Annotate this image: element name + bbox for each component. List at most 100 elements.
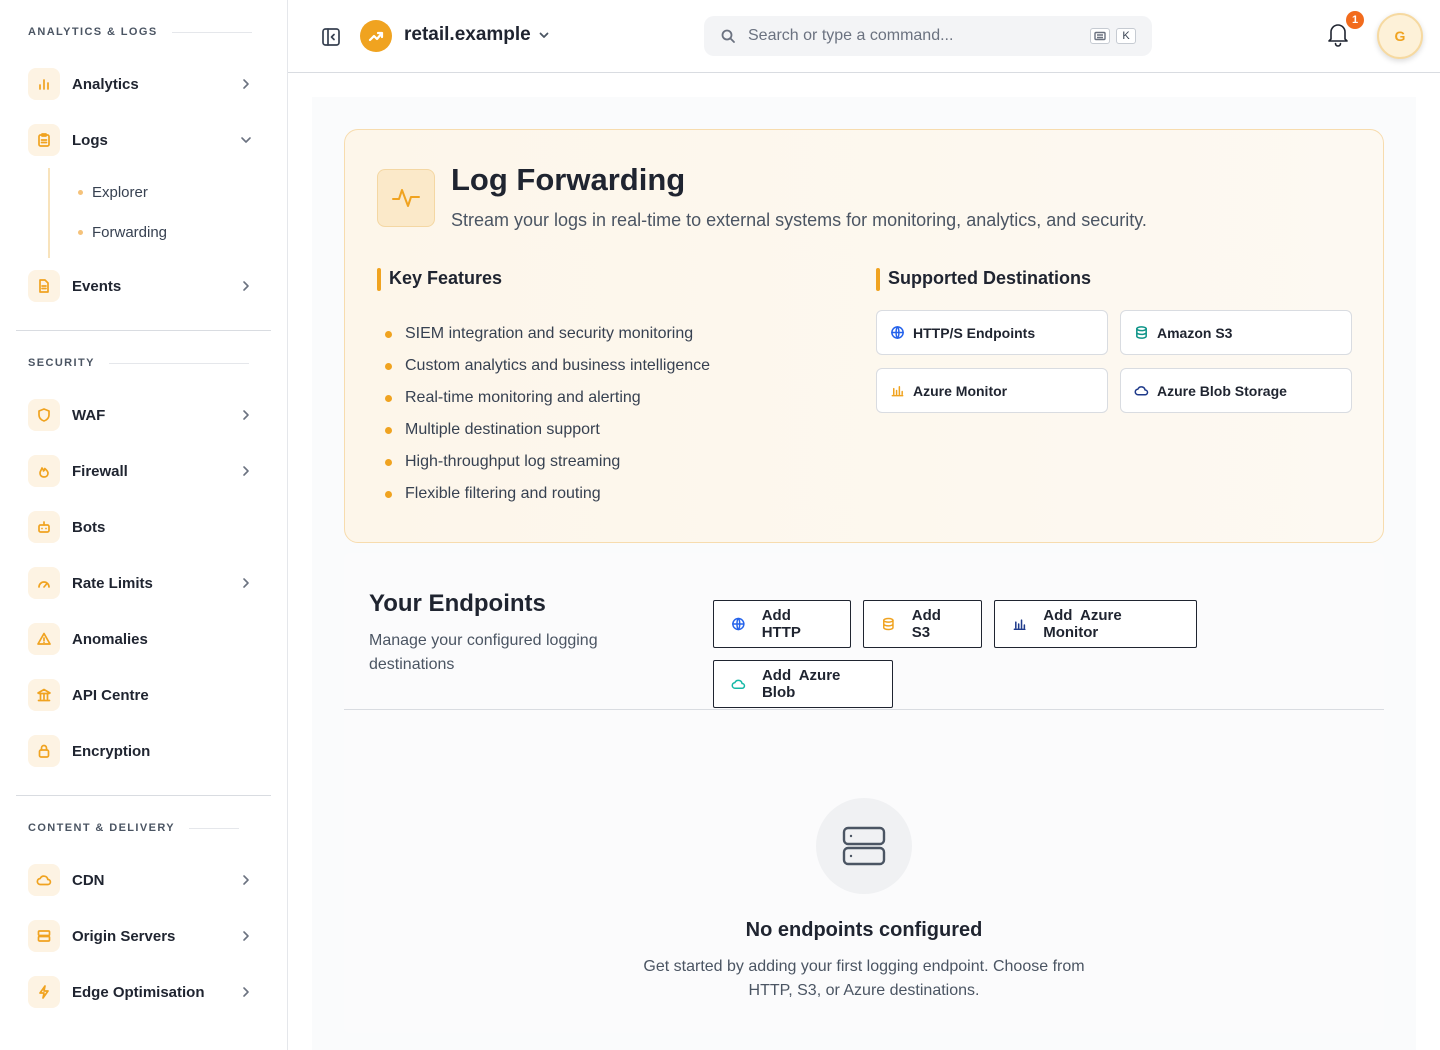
sidebar-item-edge-optimisation[interactable]: Edge Optimisation	[0, 964, 287, 1020]
lightning-icon	[28, 976, 60, 1008]
endpoints-divider	[344, 709, 1384, 710]
sidebar-item-origin-servers[interactable]: Origin Servers	[0, 908, 287, 964]
endpoints-title: Your Endpoints	[369, 590, 546, 617]
sidebar-item-anomalies[interactable]: Anomalies	[0, 611, 287, 667]
search-input[interactable]: Search or type a command...	[748, 27, 1084, 45]
key-features-heading: Key Features	[377, 268, 502, 291]
empty-state-text: Get started by adding your first logging…	[643, 958, 1085, 999]
sidebar-item-waf[interactable]: WAF	[0, 387, 287, 443]
bullet-dot	[385, 458, 392, 466]
search-bar[interactable]: Search or type a command... K	[704, 16, 1152, 56]
bullet-dot	[385, 330, 392, 338]
keyboard-icon	[1090, 28, 1110, 44]
add-s3-button[interactable]: Add S3	[863, 600, 982, 648]
sidebar-item-api-centre[interactable]: API Centre	[0, 667, 287, 723]
sidebar-item-label: Encryption	[72, 742, 151, 760]
sidebar-item-label: API Centre	[72, 686, 149, 704]
chevron-right-icon	[239, 464, 253, 478]
add-azure-blob-button[interactable]: Add Azure Blob	[713, 660, 893, 708]
sidebar-item-cdn[interactable]: CDN	[0, 852, 287, 908]
sidebar-toggle-icon[interactable]	[320, 26, 342, 48]
sidebar: ANALYTICS & LOGS Analytics Logs Explorer…	[0, 0, 288, 1050]
flame-icon	[28, 455, 60, 487]
sidebar-item-logs[interactable]: Logs	[0, 112, 287, 168]
chevron-right-icon	[239, 77, 253, 91]
add-azure-monitor-button[interactable]: Add Azure Monitor	[994, 600, 1197, 648]
sidebar-subitem-label: Forwarding	[92, 223, 168, 241]
cloud-icon	[731, 679, 746, 689]
list-item: Flexible filtering and routing	[385, 478, 710, 510]
globe-icon	[732, 617, 745, 631]
sidebar-item-label: Bots	[72, 518, 106, 536]
sidebar-subitem-forwarding[interactable]: Forwarding	[50, 212, 287, 252]
site-logo-icon	[360, 20, 392, 52]
sidebar-item-label: Firewall	[72, 462, 128, 480]
shortcut-key: K	[1116, 28, 1136, 44]
list-item: Multiple destination support	[385, 414, 710, 446]
sidebar-item-label: WAF	[72, 406, 106, 424]
notification-badge: 1	[1346, 11, 1364, 29]
sidebar-divider	[16, 795, 271, 796]
destination-azure-blob: Azure Blob Storage	[1120, 368, 1352, 413]
sidebar-item-events[interactable]: Events	[0, 258, 287, 314]
chevron-right-icon	[239, 929, 253, 943]
bar-chart-icon	[891, 386, 904, 397]
logs-submenu: Explorer Forwarding	[48, 168, 287, 258]
bank-icon	[28, 679, 60, 711]
sidebar-item-analytics[interactable]: Analytics	[0, 56, 287, 112]
server-icon	[816, 798, 912, 894]
globe-icon	[891, 326, 904, 339]
sidebar-item-label: Anomalies	[72, 630, 148, 648]
bar-chart-icon	[1013, 619, 1026, 630]
supported-destinations-heading: Supported Destinations	[876, 268, 1091, 291]
bullet-dot	[385, 490, 392, 498]
section-title-analytics-logs: ANALYTICS & LOGS	[0, 22, 287, 42]
top-bar: retail.example Search or type a command.…	[288, 0, 1440, 73]
log-forwarding-hero: Log Forwarding Stream your logs in real-…	[344, 129, 1384, 543]
lock-icon	[28, 735, 60, 767]
list-item: Custom analytics and business intelligen…	[385, 350, 710, 382]
search-icon	[721, 29, 735, 43]
warning-icon	[28, 623, 60, 655]
site-name: retail.example	[404, 24, 531, 45]
chevron-right-icon	[239, 873, 253, 887]
sidebar-item-encryption[interactable]: Encryption	[0, 723, 287, 779]
empty-state-title: No endpoints configured	[745, 919, 983, 941]
chevron-down-icon	[539, 32, 549, 38]
sidebar-item-bots[interactable]: Bots	[0, 499, 287, 555]
cloud-icon	[28, 864, 60, 896]
bullet-dot	[385, 394, 392, 402]
site-selector[interactable]: retail.example	[404, 24, 551, 46]
clipboard-icon	[28, 124, 60, 156]
list-item: Real-time monitoring and alerting	[385, 382, 710, 414]
page-title: Log Forwarding	[451, 162, 686, 197]
sidebar-subitem-explorer[interactable]: Explorer	[50, 172, 287, 212]
chevron-right-icon	[239, 985, 253, 999]
cloud-icon	[1134, 386, 1149, 396]
bullet-dot	[385, 426, 392, 434]
bullet-dot	[78, 229, 83, 235]
add-http-button[interactable]: Add HTTP	[713, 600, 851, 648]
sidebar-item-label: Edge Optimisation	[72, 983, 205, 1001]
sidebar-item-label: Logs	[72, 131, 108, 149]
document-icon	[28, 270, 60, 302]
sidebar-item-label: Rate Limits	[72, 574, 153, 592]
destination-s3: Amazon S3	[1120, 310, 1352, 355]
destination-azure-monitor: Azure Monitor	[876, 368, 1108, 413]
sidebar-item-label: Origin Servers	[72, 927, 176, 945]
chevron-right-icon	[239, 408, 253, 422]
features-list: SIEM integration and security monitoring…	[385, 318, 710, 510]
sidebar-item-label: CDN	[72, 871, 105, 889]
sidebar-item-rate-limits[interactable]: Rate Limits	[0, 555, 287, 611]
shield-icon	[28, 399, 60, 431]
sidebar-item-firewall[interactable]: Firewall	[0, 443, 287, 499]
section-title-security: SECURITY	[0, 353, 287, 373]
activity-pulse-icon	[377, 169, 435, 227]
page-subtitle: Stream your logs in real-time to externa…	[451, 210, 1147, 230]
bullet-dot	[78, 189, 83, 195]
bullet-dot	[385, 362, 392, 370]
bar-chart-icon	[28, 68, 60, 100]
user-avatar[interactable]: G	[1377, 13, 1423, 59]
sidebar-item-label: Analytics	[72, 75, 139, 93]
sidebar-divider	[16, 330, 271, 331]
